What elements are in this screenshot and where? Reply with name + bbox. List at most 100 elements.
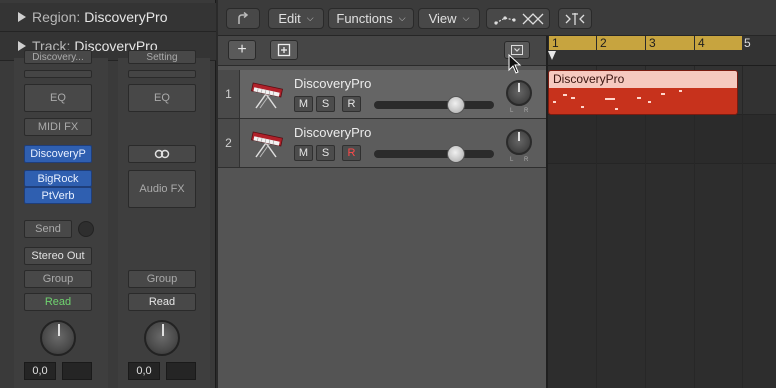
plus-icon: + [237, 41, 247, 58]
mute-button[interactable]: M [294, 145, 313, 161]
send-slot[interactable]: Send [24, 220, 72, 238]
track-headers: + 1 DiscoveryPro M S R L R 2 DiscoveryPr… [218, 36, 546, 388]
volume-fader[interactable] [374, 145, 494, 163]
track-name[interactable]: DiscoveryPro [294, 125, 371, 140]
midi-note [661, 93, 665, 95]
volume-readout[interactable]: 0,0 [128, 362, 160, 380]
midi-note [637, 97, 641, 99]
track-number: 2 [218, 119, 240, 167]
solo-button[interactable]: S [316, 96, 335, 112]
midi-note [581, 106, 584, 108]
pan-left-label: L [510, 108, 514, 114]
track-stack-button[interactable] [270, 40, 298, 60]
bar-number: 2 [600, 36, 607, 50]
tracks-toolbar: Edit ⌵ Functions ⌵ View ⌵ [218, 0, 776, 36]
bar-number: 3 [649, 36, 656, 50]
automation-icon[interactable] [492, 12, 518, 26]
gain-reduction-meter [128, 70, 196, 78]
bar-tick [596, 36, 597, 50]
region-name: DiscoveryPro [549, 71, 737, 88]
chevron-down-icon: ⌵ [462, 13, 470, 23]
audio-fx-slot-1[interactable]: BigRock [24, 170, 92, 187]
send-level-knob[interactable] [78, 221, 94, 237]
solo-button[interactable]: S [316, 145, 335, 161]
track-row[interactable]: 2 DiscoveryPro M S R L R [218, 119, 546, 168]
view-menu[interactable]: View ⌵ [418, 8, 480, 29]
pan-knob[interactable] [506, 80, 532, 106]
catch-icon [238, 11, 249, 24]
midi-note [615, 108, 618, 110]
output-slot[interactable]: Stereo Out [24, 247, 92, 265]
add-track-button[interactable]: + [228, 40, 256, 60]
inspector: Region: DiscoveryPro Track: DiscoveryPro… [0, 0, 216, 388]
mouse-pointer-icon [508, 54, 522, 74]
group-slot[interactable]: Group [24, 270, 92, 288]
keyboard-instrument-icon [251, 131, 283, 158]
pan-knob[interactable] [506, 129, 532, 155]
volume-fader-handle[interactable] [447, 145, 465, 163]
pan-knob[interactable] [40, 320, 76, 356]
pan-left-label: L [510, 157, 514, 163]
edit-menu[interactable]: Edit ⌵ [268, 8, 324, 29]
midi-fx-slot[interactable]: MIDI FX [24, 118, 92, 136]
automation-mode-button[interactable]: Read [128, 293, 196, 311]
chevron-down-icon: ⌵ [398, 13, 406, 23]
volume-readout[interactable]: 0,0 [24, 362, 56, 380]
bar-number: 1 [552, 36, 559, 50]
bar-number: 5 [744, 36, 751, 50]
automation-mode-button[interactable]: Read [24, 293, 92, 311]
audio-fx-slot-2[interactable]: PtVerb [24, 187, 92, 204]
gain-reduction-meter [24, 70, 92, 78]
setting-button[interactable]: Setting [128, 50, 196, 64]
track-number: 1 [218, 70, 240, 118]
timeline: 1 2 3 4 5 DiscoveryPro [546, 36, 776, 388]
volume-fader-handle[interactable] [447, 96, 465, 114]
flex-icon[interactable] [522, 12, 544, 26]
pan-knob[interactable] [144, 320, 180, 356]
midi-note [679, 90, 682, 92]
record-enable-button[interactable]: R [342, 96, 361, 112]
record-enable-button[interactable]: R [342, 145, 361, 161]
functions-menu-label: Functions [336, 11, 393, 26]
chevron-down-icon: ⌵ [306, 13, 314, 23]
group-slot[interactable]: Group [128, 270, 196, 288]
eq-button[interactable]: EQ [128, 84, 196, 112]
bar-ruler[interactable]: 1 2 3 4 5 [548, 36, 776, 66]
keyboard-instrument-icon [251, 82, 283, 109]
instrument-slot[interactable]: DiscoveryP [24, 145, 92, 163]
functions-menu[interactable]: Functions ⌵ [328, 8, 414, 29]
midi-note [553, 101, 556, 103]
peak-readout [166, 362, 196, 380]
region-name: DiscoveryPro [84, 9, 168, 25]
link-button[interactable] [128, 145, 196, 163]
catch-playhead-button[interactable] [226, 8, 260, 29]
volume-fader[interactable] [374, 96, 494, 114]
audio-fx-slot[interactable]: Audio FX [128, 170, 196, 208]
track-row[interactable]: 1 DiscoveryPro M S R L R [218, 70, 546, 119]
bar-number: 4 [698, 36, 705, 50]
pan-right-label: R [524, 157, 529, 163]
mute-button[interactable]: M [294, 96, 313, 112]
region-inspector-header[interactable]: Region: DiscoveryPro [0, 3, 216, 32]
midi-note [563, 94, 567, 96]
bar-tick [645, 36, 646, 50]
folder-stack-icon [277, 43, 291, 57]
eq-button[interactable]: EQ [24, 84, 92, 112]
midi-region[interactable]: DiscoveryPro [548, 70, 738, 115]
view-menu-label: View [428, 11, 457, 26]
pan-right-label: R [524, 108, 529, 114]
disclosure-triangle-icon[interactable] [18, 12, 26, 22]
track-name[interactable]: DiscoveryPro [294, 76, 371, 91]
automation-flex-group [486, 8, 550, 29]
channel-strip-output: Setting EQ Audio FX Group Read 0,0 [118, 50, 210, 388]
setting-button[interactable]: Discovery... [24, 50, 92, 64]
midi-note [571, 97, 575, 99]
track-header-toolbar: + [218, 36, 546, 66]
snap-button[interactable] [558, 8, 592, 29]
tracks-area: Edit ⌵ Functions ⌵ View ⌵ + 1 DiscoveryP… [218, 0, 776, 388]
region-notes [549, 88, 737, 114]
peak-readout [62, 362, 92, 380]
bar-tick [694, 36, 695, 50]
playhead-icon[interactable] [548, 51, 556, 60]
bar-tick [548, 36, 549, 50]
